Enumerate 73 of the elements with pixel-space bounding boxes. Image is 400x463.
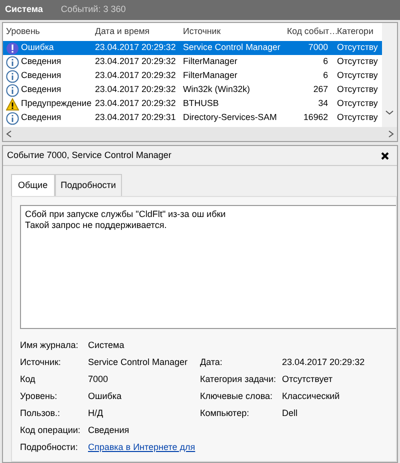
level-header[interactable]: Уровень: [3, 25, 92, 39]
source-cell-text: Win32k (Win32k): [182, 83, 251, 96]
tab[interactable]: Подробности: [54, 174, 122, 196]
help-link[interactable]: Справка в Интернете для: [88, 442, 196, 452]
source-cell-text: BTHUSB: [182, 97, 220, 110]
code-cell-text: 16962: [302, 111, 329, 124]
source-cell-text: FilterManager: [182, 55, 238, 68]
tab[interactable]: Общие: [11, 174, 55, 196]
close-icon[interactable]: [381, 152, 389, 160]
level-cell-text: Сведения: [21, 69, 62, 82]
horizontal-scrollbar[interactable]: [3, 127, 397, 141]
code-cell-text: 7000: [307, 41, 329, 54]
field-value: Сведения: [88, 424, 130, 436]
field-label: Источник:: [20, 356, 62, 368]
category-cell-text: Отсутству: [336, 111, 379, 124]
date-cell-text: 23.04.2017 20:29:32: [94, 55, 177, 68]
source-cell-text: Directory-Services-SAM: [182, 111, 278, 124]
scroll-down-icon[interactable]: [386, 110, 394, 115]
category-cell-text: Отсутству: [336, 55, 379, 68]
field-label: Пользов.:: [20, 406, 62, 418]
event-row[interactable]: Предупреждение 23.04.2017 20:29:32 BTHUSB 34 Отсутству: [3, 97, 382, 111]
scroll-left-icon[interactable]: [6, 130, 12, 138]
date-header[interactable]: Дата и время: [92, 25, 180, 39]
field-value: Н/Д: [88, 406, 104, 418]
log-title: Система: [5, 3, 43, 16]
level-cell-text: Сведения: [21, 111, 62, 124]
date-cell-text: 23.04.2017 20:29:32: [94, 69, 177, 82]
date-cell-text: 23.04.2017 20:29:32: [94, 41, 177, 54]
code-cell-text: 34: [317, 97, 329, 110]
event-message: Сбой при запуске службы "CldFlt" из-за ош ибки Такой запрос не поддерживается.: [20, 204, 396, 328]
field-label: Имя журнала:: [20, 338, 80, 350]
source-cell-text: Service Control Manager: [182, 41, 282, 54]
field-label: Категория задачи:: [200, 372, 277, 384]
source-header[interactable]: Источник: [180, 25, 284, 39]
category-cell-text: Отсутству: [336, 41, 379, 54]
level-cell-text: Предупреждение: [21, 97, 92, 110]
field-label: Компьютер:: [200, 406, 250, 418]
field-value: Классический: [282, 390, 341, 402]
scroll-right-icon[interactable]: [388, 130, 394, 138]
date-cell-text: 23.04.2017 20:29:32: [94, 83, 177, 96]
code-cell-text: 6: [322, 69, 329, 82]
category-cell-text: Отсутству: [336, 97, 379, 110]
field-label: Код операции:: [20, 424, 82, 436]
category-cell-text: Отсутству: [336, 69, 379, 82]
date-cell-text: 23.04.2017 20:29:31: [94, 111, 177, 124]
event-row[interactable]: Сведения 23.04.2017 20:29:31 Directory-Services-SAM 16962 Отсутству: [3, 111, 382, 125]
event-row[interactable]: Сведения 23.04.2017 20:29:32 Win32k (Win32k) 267 Отсутству: [3, 83, 382, 97]
field-label: Уровень:: [20, 390, 58, 402]
field-value: Ошибка: [88, 390, 123, 402]
level-cell-text: Ошибка: [21, 41, 54, 54]
event-row[interactable]: Ошибка 23.04.2017 20:29:32 Service Control Manager 7000 Отсутству: [3, 41, 382, 55]
source-cell-text: FilterManager: [182, 69, 238, 82]
field-value: 7000: [88, 372, 110, 384]
date-cell-text: 23.04.2017 20:29:32: [94, 97, 177, 110]
vertical-scrollbar[interactable]: [382, 23, 397, 127]
details-title: Событие 7000, Service Control Manager: [7, 148, 172, 162]
field-value: Система: [88, 338, 126, 350]
field-label: Ключевые слова:: [200, 390, 274, 402]
level-cell-text: Сведения: [21, 83, 62, 96]
code-cell-text: 6: [322, 55, 329, 68]
field-label: Дата:: [200, 356, 224, 368]
event-row[interactable]: Сведения 23.04.2017 20:29:32 FilterManager 6 Отсутству: [3, 69, 382, 83]
field-value: Service Control Manager: [88, 356, 189, 368]
field-label: Подробности:: [20, 440, 79, 452]
field-value: Dell: [282, 406, 299, 418]
level-cell-text: Сведения: [21, 55, 62, 68]
field-label: Код: [20, 372, 36, 384]
field-value: 23.04.2017 20:29:32: [282, 356, 366, 368]
event-count: Событий: 3 360: [60, 3, 126, 16]
event-row[interactable]: Сведения 23.04.2017 20:29:32 FilterManager 6 Отсутству: [3, 55, 382, 69]
field-value: Отсутствует: [282, 372, 334, 384]
code-cell-text: 267: [312, 83, 329, 96]
category-cell-text: Отсутству: [336, 83, 379, 96]
